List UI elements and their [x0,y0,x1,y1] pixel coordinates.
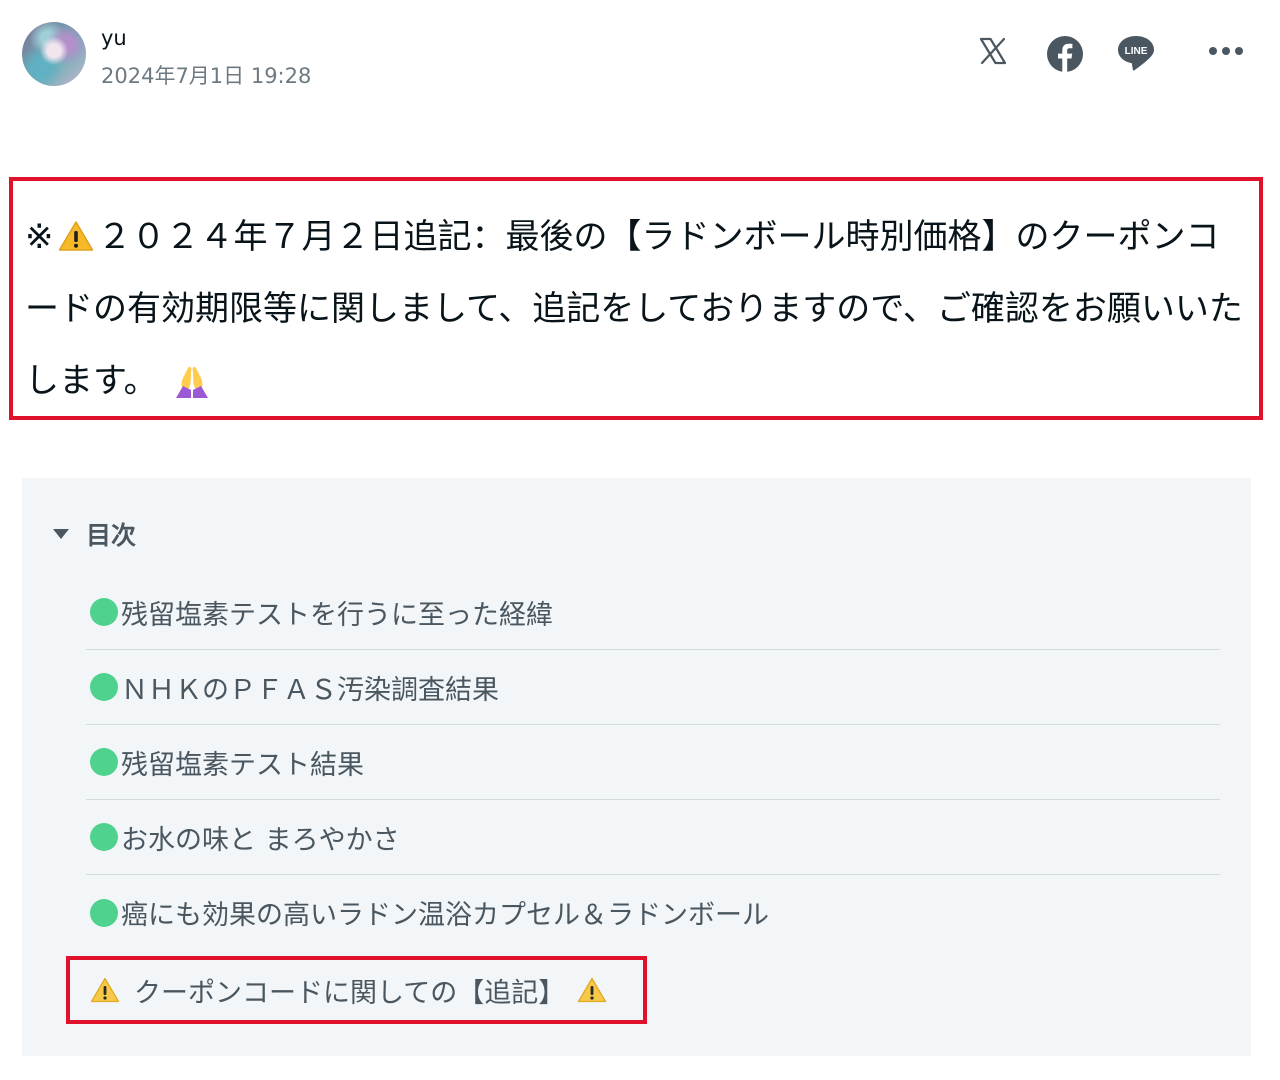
toc-item-link[interactable]: 残留塩素テストを行うに至った経緯 [121,593,553,632]
article-page: yu 2024年7月1日 19:28 LINE ※ ２０２４年７月２日追記：最後… [0,0,1280,1080]
green-circle-icon [90,748,118,776]
toc-item[interactable]: ＮＨＫのＰＦＡＳ汚染調査結果 [86,650,1220,725]
update-notice-text: ※ ２０２４年７月２日追記：最後の【ラドンボール時別価格】のクーポンコードの有効期… [25,201,1249,417]
share-line-button[interactable]: LINE [1116,34,1156,72]
post-date: 2024年7月1日 19:28 [101,64,312,88]
line-icon: LINE [1118,36,1154,71]
warning-icon [58,221,93,251]
warning-icon [90,977,120,1003]
toc-item[interactable]: 残留塩素テストを行うに至った経緯 [86,575,1220,650]
toc-list: 残留塩素テストを行うに至った経緯 ＮＨＫのＰＦＡＳ汚染調査結果 残留塩素テスト結… [86,575,1220,950]
toc-title: 目次 [86,521,137,550]
toc-item[interactable]: お水の味と まろやかさ [86,800,1220,875]
update-notice: ※ ２０２４年７月２日追記：最後の【ラドンボール時別価格】のクーポンコードの有効期… [9,177,1263,420]
more-options-button[interactable] [1206,34,1246,68]
caret-down-icon [53,529,69,539]
toc-item-coupon-highlighted[interactable]: クーポンコードに関しての【追記】 [66,956,647,1024]
green-circle-icon [90,673,118,701]
svg-text:LINE: LINE [1125,46,1148,57]
facebook-icon [1047,36,1083,72]
toc-item-link[interactable]: 癌にも効果の高いラドン温浴カプセル＆ラドンボール [121,893,769,932]
share-facebook-button[interactable] [1046,35,1084,73]
toc-item[interactable]: 癌にも効果の高いラドン温浴カプセル＆ラドンボール [86,875,1220,950]
share-x-button[interactable] [976,34,1010,68]
author-avatar[interactable] [22,22,86,86]
table-of-contents: 目次 残留塩素テストを行うに至った経緯 ＮＨＫのＰＦＡＳ汚染調査結果 残留塩素テ… [22,478,1251,1056]
green-circle-icon [90,823,118,851]
toc-item[interactable]: 残留塩素テスト結果 [86,725,1220,800]
more-dots-icon [1209,47,1243,55]
warning-icon [578,977,607,1003]
toc-item-link[interactable]: お水の味と まろやかさ [121,818,400,857]
toc-toggle[interactable]: 目次 [52,516,136,552]
toc-item-link[interactable]: クーポンコードに関しての【追記】 [134,971,565,1010]
article-header: yu 2024年7月1日 19:28 LINE [22,22,1258,88]
green-circle-icon [90,898,118,927]
notice-prefix: ※ [25,217,54,257]
praying-hands-icon [175,366,208,398]
x-logo-icon [979,37,1007,65]
author-name[interactable]: yu [101,26,127,50]
toc-item-link[interactable]: 残留塩素テスト結果 [121,743,364,782]
toc-item-link[interactable]: ＮＨＫのＰＦＡＳ汚染調査結果 [121,668,499,707]
green-circle-icon [90,598,118,626]
